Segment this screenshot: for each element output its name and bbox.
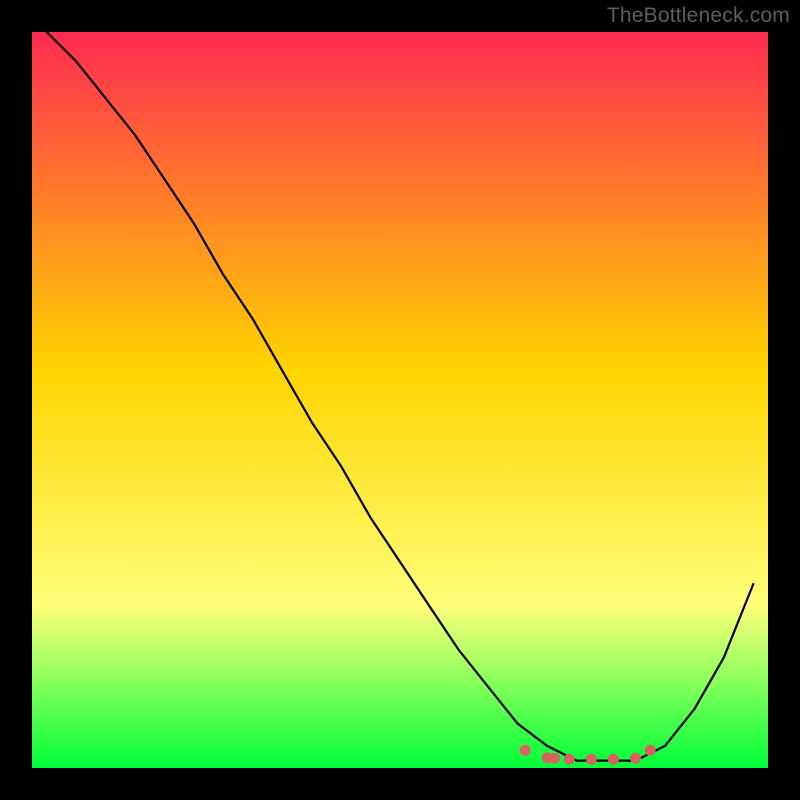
optimal-marker <box>630 753 641 764</box>
optimal-marker <box>520 745 531 756</box>
optimal-marker <box>645 745 656 756</box>
optimal-marker <box>586 754 597 765</box>
chart-container: { "watermark": "TheBottleneck.com", "col… <box>0 0 800 800</box>
watermark-text: TheBottleneck.com <box>607 4 790 28</box>
chart-svg <box>0 0 800 800</box>
plot-background <box>32 32 768 768</box>
optimal-marker <box>549 753 560 764</box>
optimal-marker <box>564 754 575 765</box>
optimal-marker <box>608 754 619 765</box>
